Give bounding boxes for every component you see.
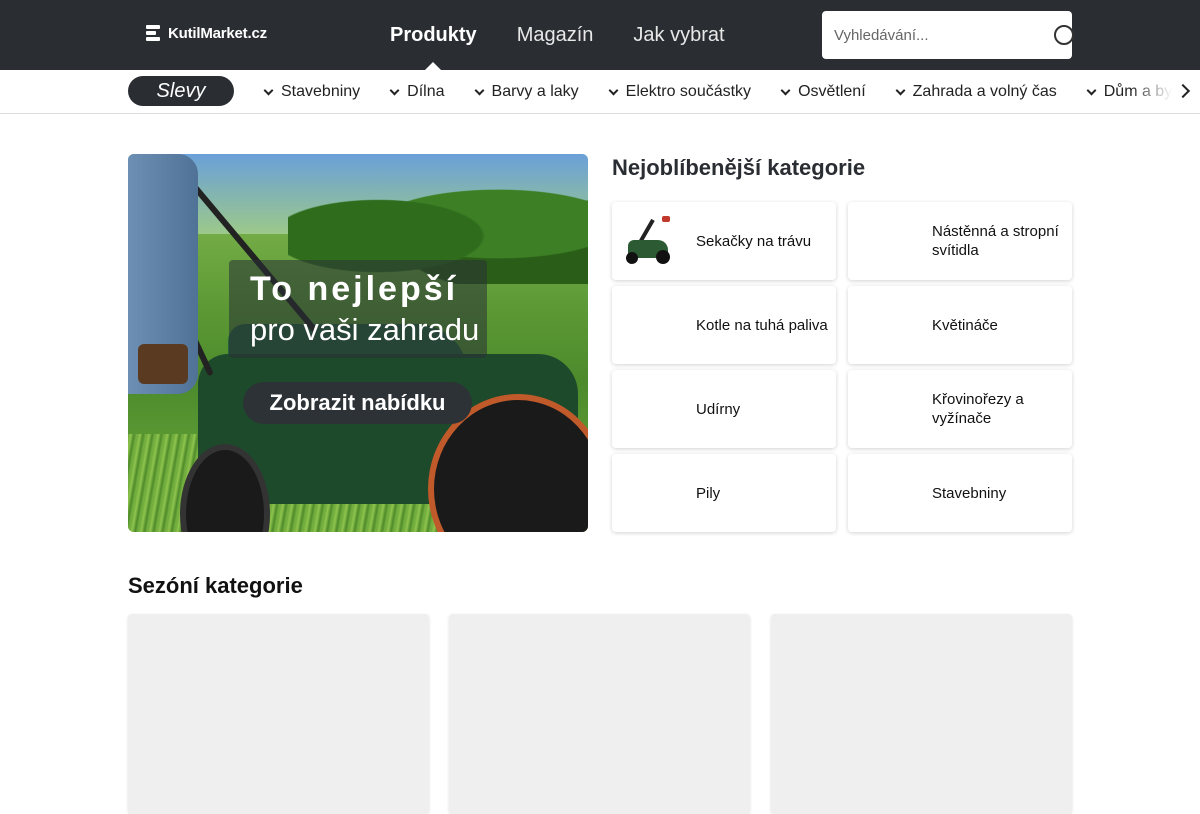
popular-categories-grid: Sekačky na trávu Nástěnná a stropní svít…	[612, 202, 1072, 532]
search-input[interactable]	[822, 11, 1032, 59]
category-list: Stavebniny Dílna Barvy a laky Elektro so…	[263, 70, 1200, 113]
main-nav: Produkty Magazín Jak vybrat	[390, 0, 725, 70]
category-item-osvetleni[interactable]: Osvětlení	[780, 83, 866, 101]
category-tile[interactable]: Sekačky na trávu	[612, 202, 836, 280]
category-tile-label: Udírny	[696, 400, 741, 418]
popular-categories-title: Nejoblíbenější kategorie	[612, 155, 866, 180]
category-thumbnail	[860, 214, 912, 268]
category-label: Zahrada a volný čas	[912, 83, 1057, 100]
category-item-elektro-soucastky[interactable]: Elektro součástky	[608, 83, 752, 101]
person-boot	[138, 344, 188, 384]
category-tile[interactable]: Květináče	[848, 286, 1072, 364]
category-tile-label: Květináče	[932, 316, 998, 334]
category-thumbnail	[624, 466, 676, 520]
chevron-down-icon	[895, 85, 906, 95]
category-thumbnail	[860, 298, 912, 352]
category-bar: Slevy Stavebniny Dílna Barvy a laky Elek…	[0, 70, 1200, 114]
seasonal-card[interactable]	[771, 614, 1072, 814]
sale-button[interactable]: Slevy	[128, 76, 234, 106]
category-thumbnail	[860, 466, 912, 520]
category-tile[interactable]: Stavebniny	[848, 454, 1072, 532]
category-tile[interactable]: Pily	[612, 454, 836, 532]
category-tile[interactable]: Nástěnná a stropní svítidla	[848, 202, 1072, 280]
category-label: Osvětlení	[798, 83, 866, 100]
logo-text: KutilMarket.cz	[168, 24, 267, 42]
category-tile-label: Stavebniny	[932, 484, 1007, 502]
hero-cta-button[interactable]: Zobrazit nabídku	[243, 382, 472, 424]
nav-jak-vybrat[interactable]: Jak vybrat	[633, 0, 724, 70]
category-tile[interactable]: Křovinořezy a vyžínače	[848, 370, 1072, 448]
category-fade	[1130, 70, 1200, 113]
chevron-down-icon	[474, 85, 484, 95]
category-tile-label: Kotle na tuhá paliva	[696, 316, 828, 334]
logo-icon	[146, 24, 162, 42]
hero-subheadline: pro vaši zahradu	[250, 312, 480, 347]
chevron-down-icon	[1086, 85, 1097, 95]
category-label: Stavebniny	[281, 83, 361, 100]
search-icon[interactable]	[1054, 25, 1074, 45]
category-tile-label: Sekačky na trávu	[696, 232, 812, 250]
category-item-barvy-a-laky[interactable]: Barvy a laky	[474, 83, 579, 101]
lawn-mower-icon	[624, 214, 676, 268]
category-tile[interactable]: Kotle na tuhá paliva	[612, 286, 836, 364]
category-item-stavebniny[interactable]: Stavebniny	[263, 83, 361, 101]
seasonal-card[interactable]	[449, 614, 750, 814]
nav-magazin[interactable]: Magazín	[517, 0, 594, 70]
category-label: Elektro součástky	[625, 83, 752, 100]
hero-headline: To nejlepší	[250, 270, 459, 308]
category-item-dilna[interactable]: Dílna	[389, 83, 445, 101]
chevron-down-icon	[780, 85, 791, 95]
category-thumbnail	[624, 382, 676, 436]
category-item-zahrada[interactable]: Zahrada a volný čas	[895, 83, 1057, 101]
search-box	[822, 11, 1074, 59]
seasonal-categories-title: Sezóní kategorie	[128, 573, 303, 598]
top-header: KutilMarket.cz Produkty Magazín Jak vybr…	[0, 0, 1200, 70]
category-tile[interactable]: Udírny	[612, 370, 836, 448]
category-tile-label: Nástěnná a stropní svítidla	[932, 223, 1059, 259]
category-thumbnail	[624, 298, 676, 352]
category-tile-label: Pily	[696, 484, 721, 502]
chevron-down-icon	[263, 85, 274, 95]
hero-banner[interactable]: To nejlepší pro vaši zahradu Zobrazit na…	[128, 154, 588, 532]
site-logo[interactable]: KutilMarket.cz	[146, 24, 267, 42]
seasonal-card[interactable]	[128, 614, 429, 814]
nav-produkty[interactable]: Produkty	[390, 0, 477, 70]
category-thumbnail	[860, 382, 912, 436]
category-label: Dílna	[407, 83, 445, 100]
category-label: Barvy a laky	[491, 83, 579, 100]
chevron-down-icon	[389, 85, 400, 95]
chevron-down-icon	[608, 85, 619, 95]
category-tile-label: Křovinořezy a vyžínače	[932, 391, 1024, 427]
